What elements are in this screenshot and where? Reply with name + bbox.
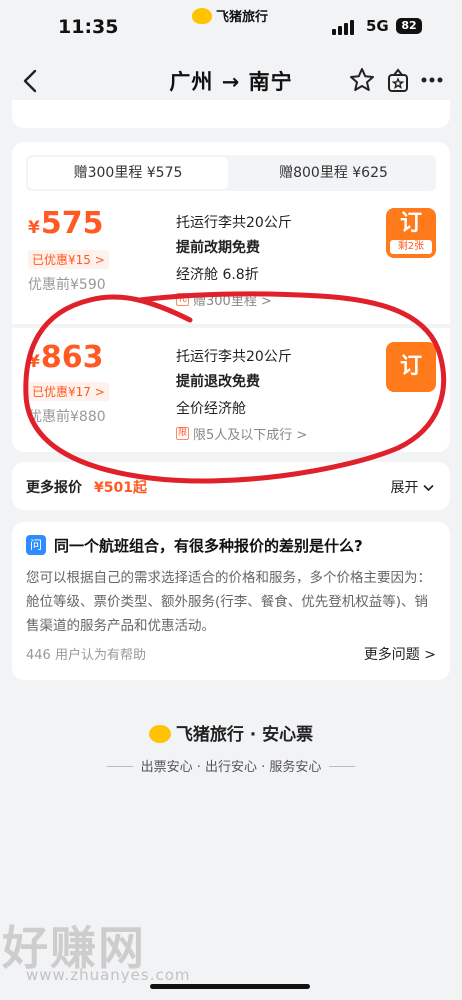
status-brand-text: 飞猪旅行 [216, 10, 269, 25]
footer-brand: 飞猪旅行 · 安心票 [0, 720, 462, 745]
mileage-gift-text: 赠300里程 > [193, 294, 272, 309]
cabin-info: 经济舱 6.8折 [176, 267, 259, 283]
price: ¥863 [28, 340, 103, 375]
gift-icon: 礼 [176, 293, 189, 306]
mileage-gift-tag[interactable]: 礼 赠300里程 > [176, 290, 272, 309]
battery-icon: 82 [396, 18, 422, 34]
mileage-tabs: 赠300里程 ¥575 赠800里程 ¥625 [26, 155, 436, 191]
group-limit-tag[interactable]: 限 限5人及以下成行 > [176, 424, 307, 443]
price: ¥575 [28, 206, 103, 241]
helpful-count: 446 用户认为有帮助 [26, 648, 146, 663]
network-type: 5G [366, 17, 389, 35]
status-time: 11:35 [58, 16, 119, 38]
baggage-info: 托运行李共20公斤 [176, 215, 292, 231]
price-value: 863 [40, 340, 104, 375]
footer-brand-text: 飞猪旅行 · 安心票 [175, 725, 314, 745]
chevron-down-icon [423, 484, 434, 492]
tab-300-mileage[interactable]: 赠300里程 ¥575 [28, 157, 228, 189]
currency-symbol: ¥ [28, 218, 40, 238]
previous-card-edge [12, 100, 450, 128]
group-limit-text: 限5人及以下成行 > [193, 428, 308, 443]
original-price: 优惠前¥590 [28, 277, 106, 293]
more-icon[interactable] [418, 66, 446, 94]
more-questions-link[interactable]: 更多问题 > [364, 644, 436, 664]
offer-575[interactable]: ¥575 已优惠¥15 > 优惠前¥590 托运行李共20公斤 提前改期免费 经… [12, 204, 450, 314]
currency-symbol: ¥ [28, 352, 40, 372]
more-quotes-row[interactable]: 更多报价 ¥501起 展开 [12, 462, 450, 510]
fliggy-logo-icon [148, 725, 171, 743]
watermark-url: www.zhuanyes.com [26, 966, 191, 984]
refund-policy: 提前退改免费 [176, 374, 260, 390]
fare-card-1: 赠300里程 ¥575 赠800里程 ¥625 ¥575 已优惠¥15 > 优惠… [12, 142, 450, 324]
book-label: 订 [399, 211, 422, 236]
book-label: 订 [399, 354, 422, 379]
faq-answer: 您可以根据自己的需求选择适合的价格和服务，多个价格主要因为：舱位等级、票价类型、… [26, 570, 431, 634]
remaining-seats: 剩2张 [390, 240, 432, 254]
book-button[interactable]: 订 [386, 342, 436, 392]
home-indicator[interactable] [150, 984, 310, 989]
change-policy: 提前改期免费 [176, 240, 260, 256]
limit-icon: 限 [176, 427, 189, 440]
star-icon[interactable] [348, 66, 376, 94]
offer-863[interactable]: ¥863 已优惠¥17 > 优惠前¥880 托运行李共20公斤 提前退改免费 全… [12, 340, 450, 450]
cabin-info: 全价经济舱 [176, 401, 246, 417]
status-bar: 11:35 飞猪旅行 5G 82 [0, 0, 462, 50]
footer-tagline: 出票安心 · 出行安心 · 服务安心 [0, 756, 462, 775]
status-brand: 飞猪旅行 [192, 6, 268, 25]
more-quotes-price: ¥501起 [94, 480, 147, 496]
discount-tag[interactable]: 已优惠¥15 > [28, 250, 109, 269]
original-price: 优惠前¥880 [28, 409, 106, 425]
baggage-info: 托运行李共20公斤 [176, 349, 292, 365]
share-icon[interactable] [384, 66, 412, 94]
more-quotes-label: 更多报价 [26, 480, 82, 496]
price-value: 575 [40, 206, 104, 241]
faq-title: 同一个航班组合，有很多种报价的差别是什么? [54, 537, 363, 555]
faq-card: 问 同一个航班组合，有很多种报价的差别是什么? 您可以根据自己的需求选择适合的价… [12, 522, 450, 680]
footer-tagline-text: 出票安心 · 出行安心 · 服务安心 [140, 760, 322, 775]
expand-button[interactable]: 展开 [391, 477, 434, 497]
tab-800-mileage[interactable]: 赠800里程 ¥625 [231, 155, 436, 191]
expand-label: 展开 [390, 480, 419, 496]
question-icon: 问 [26, 535, 46, 555]
discount-tag[interactable]: 已优惠¥17 > [28, 382, 109, 401]
book-button[interactable]: 订 剩2张 [386, 208, 436, 258]
signal-icon [332, 20, 354, 35]
fare-card-2: ¥863 已优惠¥17 > 优惠前¥880 托运行李共20公斤 提前退改免费 全… [12, 328, 450, 452]
fliggy-logo-icon [192, 7, 212, 24]
